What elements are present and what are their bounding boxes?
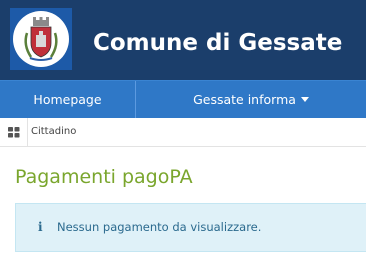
breadcrumb: Cittadino	[0, 118, 366, 147]
alert-message: Nessun pagamento da visualizzare.	[57, 220, 262, 234]
info-icon: i	[38, 220, 43, 234]
site-header: Comune di Gessate	[0, 0, 366, 80]
coat-of-arms-icon	[13, 11, 69, 67]
logo[interactable]	[10, 8, 72, 70]
caret-down-icon	[300, 97, 309, 102]
page: Comune di Gessate Homepage Gessate infor…	[0, 0, 366, 264]
nav-gessate-informa-label: Gessate informa	[193, 92, 296, 107]
nav-homepage-label: Homepage	[33, 92, 102, 107]
main-navbar: Homepage Gessate informa	[0, 80, 366, 119]
nav-homepage[interactable]: Homepage	[0, 81, 135, 119]
site-title[interactable]: Comune di Gessate	[93, 32, 342, 55]
breadcrumb-item-cittadino[interactable]: Cittadino	[31, 118, 76, 146]
nav-gessate-informa[interactable]: Gessate informa	[136, 81, 366, 119]
info-alert: i Nessun pagamento da visualizzare.	[15, 203, 366, 252]
grid-icon	[8, 127, 20, 138]
grid-menu-button[interactable]	[0, 118, 28, 146]
page-title: Pagamenti pagoPA	[15, 166, 193, 188]
